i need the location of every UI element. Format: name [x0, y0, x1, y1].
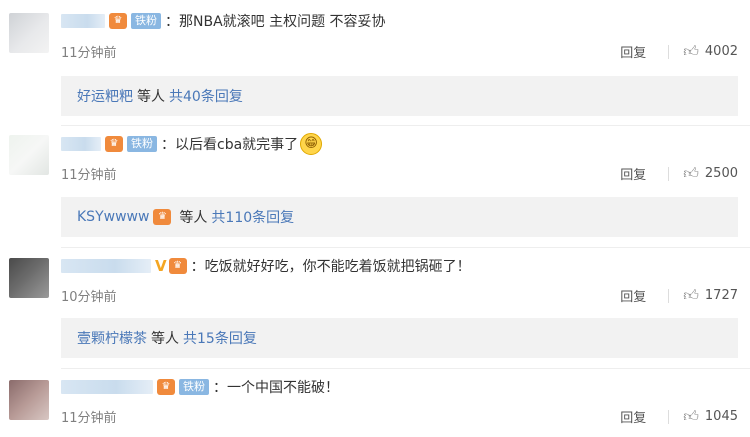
username-blurred[interactable]: [61, 14, 105, 28]
comment-time: 11分钟前: [61, 46, 117, 61]
comment-text: ：以后看cba就完事了: [161, 137, 299, 153]
like-count: 1727: [704, 288, 738, 303]
reply-count-link[interactable]: 共110条回复: [211, 207, 294, 227]
comment-actions: 回复 👍︎ 1727: [620, 286, 738, 305]
crown-badge-icon: ♛: [105, 136, 123, 152]
comment-header: ♛ 铁粉 ：那NBA就滚吧 主权问题 不容妥协: [61, 10, 386, 32]
reply-user-link[interactable]: 壹颗柠檬茶: [77, 328, 147, 348]
username-blurred[interactable]: [61, 259, 151, 273]
comment-divider: [61, 247, 750, 248]
crown-badge-icon: ♛: [157, 379, 175, 395]
fan-badge: 铁粉: [131, 13, 161, 29]
comment-time: 11分钟前: [61, 411, 117, 426]
comment-text: ：那NBA就滚吧 主权问题 不容妥协: [165, 14, 386, 30]
reply-etc-label: 等人: [137, 89, 165, 105]
divider: [668, 288, 670, 303]
comment-header: ♛ 铁粉 ：以后看cba就完事了 😁: [61, 133, 323, 155]
reply-button[interactable]: 回复: [620, 164, 646, 183]
divider: [668, 44, 670, 59]
reply-button[interactable]: 回复: [620, 286, 646, 305]
fan-badge: 铁粉: [127, 136, 157, 152]
comment-actions: 回复 👍︎ 1045: [620, 407, 738, 426]
replies-summary[interactable]: 壹颗柠檬茶 等人 共15条回复: [61, 318, 738, 358]
avatar[interactable]: [9, 13, 49, 53]
like-count: 2500: [704, 166, 738, 181]
avatar[interactable]: [9, 135, 49, 175]
grin-emoji-icon: 😁: [300, 133, 323, 155]
crown-badge-icon: ♛: [168, 258, 187, 274]
comment-header: V ♛ ：吃饭就好好吃，你不能吃着饭就把锅砸了！: [61, 255, 471, 277]
like-count: 1045: [704, 409, 738, 424]
replies-summary[interactable]: KSYwwww ♛ 等人 共110条回复: [61, 197, 738, 237]
reply-etc-label: 等人: [151, 331, 179, 347]
comment-actions: 回复 👍︎ 2500: [620, 164, 738, 183]
divider: [668, 166, 670, 181]
thumbs-up-icon[interactable]: 👍︎: [683, 42, 699, 61]
crown-badge-icon: ♛: [153, 209, 172, 225]
fan-badge: 铁粉: [179, 379, 209, 395]
comment-actions: 回复 👍︎ 4002: [620, 42, 738, 61]
replies-summary[interactable]: 好运粑粑 等人 共40条回复: [61, 76, 738, 116]
reply-etc-label: 等人: [179, 210, 208, 226]
comment-divider: [61, 368, 750, 369]
comment-time: 11分钟前: [61, 168, 117, 183]
username-blurred[interactable]: [61, 137, 101, 151]
comment-text: ：一个中国不能破！: [213, 380, 339, 396]
reply-count-link[interactable]: 共40条回复: [169, 86, 243, 106]
thumbs-up-icon[interactable]: 👍︎: [683, 286, 699, 305]
comment-divider: [61, 125, 750, 126]
comment-text: ：吃饭就好好吃，你不能吃着饭就把锅砸了！: [190, 259, 471, 275]
reply-button[interactable]: 回复: [620, 42, 646, 61]
reply-user-link[interactable]: 好运粑粑: [77, 86, 133, 106]
avatar[interactable]: [9, 258, 49, 298]
avatar[interactable]: [9, 380, 49, 420]
comment-time: 10分钟前: [61, 290, 117, 305]
thumbs-up-icon[interactable]: 👍︎: [683, 407, 699, 426]
reply-button[interactable]: 回复: [620, 407, 646, 426]
v-verified-icon: V: [155, 257, 167, 275]
comment-header: ♛ 铁粉 ：一个中国不能破！: [61, 376, 339, 398]
like-count: 4002: [704, 44, 738, 59]
divider: [668, 409, 670, 424]
crown-badge-icon: ♛: [109, 13, 127, 29]
username-blurred[interactable]: [61, 380, 153, 394]
reply-user-link[interactable]: KSYwwww: [77, 209, 149, 225]
reply-count-link[interactable]: 共15条回复: [183, 328, 257, 348]
thumbs-up-icon[interactable]: 👍︎: [683, 164, 699, 183]
